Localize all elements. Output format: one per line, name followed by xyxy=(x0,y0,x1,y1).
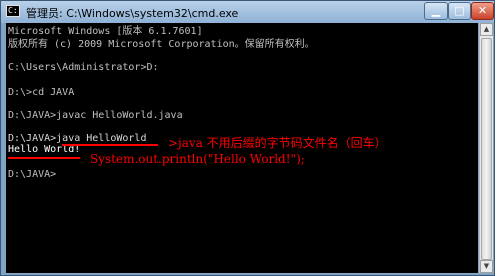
cmd-window: C: 管理员: C:\Windows\system32\cmd.exe ▁ □ … xyxy=(0,0,495,276)
console-line: D:\JAVA>javac HelloWorld.java xyxy=(8,110,183,121)
cmd-icon: C: xyxy=(6,5,20,17)
scroll-thumb[interactable] xyxy=(481,38,492,260)
console-output[interactable]: Microsoft Windows [版本 6.1.7601] 版权所有 (c)… xyxy=(6,23,478,273)
scroll-down-icon[interactable]: ▼ xyxy=(480,260,493,273)
console-line: Microsoft Windows [版本 6.1.7601] xyxy=(8,26,203,37)
title-bar[interactable]: C: 管理员: C:\Windows\system32\cmd.exe ▁ □ … xyxy=(1,1,494,23)
console-line: 版权所有 (c) 2009 Microsoft Corporation。保留所有… xyxy=(8,39,315,50)
minimize-icon: ▁ xyxy=(431,4,441,17)
close-icon: ✕ xyxy=(477,4,488,17)
maximize-button[interactable]: □ xyxy=(448,2,471,20)
command-annotation: >java 不用后缀的字节码文件名（回车） xyxy=(168,136,387,150)
output-underline xyxy=(8,157,80,159)
close-button[interactable]: ✕ xyxy=(471,2,494,20)
console-line: D:\>cd JAVA xyxy=(8,87,75,98)
console-line: C:\Users\Administrator>D: xyxy=(8,62,159,73)
minimize-button[interactable]: ▁ xyxy=(424,2,448,20)
console-prompt: D:\JAVA> xyxy=(8,169,57,180)
output-annotation: System.out.println("Hello World!"); xyxy=(90,152,305,166)
vertical-scrollbar[interactable]: ▲ ▼ xyxy=(479,23,493,273)
maximize-icon: □ xyxy=(454,4,465,17)
scroll-up-icon[interactable]: ▲ xyxy=(480,23,493,36)
command-underline xyxy=(62,144,158,146)
window-title: 管理员: C:\Windows\system32\cmd.exe xyxy=(26,7,239,20)
